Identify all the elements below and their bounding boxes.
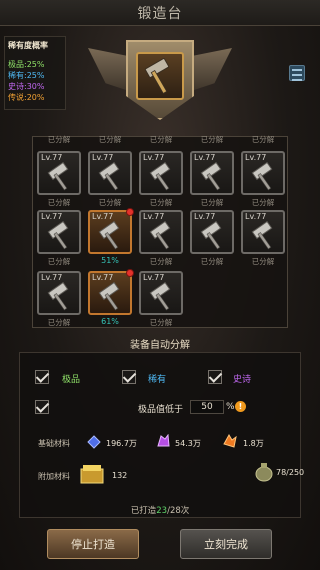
purple-crystal-icon [157, 434, 170, 447]
prev-row-label: 已分解 [251, 135, 275, 144]
equipment-slot[interactable]: Lv.77 [190, 210, 234, 254]
emblem-wing-left [88, 48, 132, 92]
shishi-checkbox[interactable] [208, 370, 222, 384]
hammer-icon [149, 281, 171, 311]
hammer-icon [98, 220, 120, 250]
auto-dismantle-title: 装备自动分解 [130, 340, 190, 351]
prev-row-label: 已分解 [200, 135, 224, 144]
gold-chest-icon [80, 465, 104, 484]
rarity-chuanshuo: 传说:20% [8, 93, 45, 102]
extra-material-value: 132 [112, 471, 128, 480]
rarity-jipin: 极品:25% [8, 60, 45, 69]
progress-prefix: 已打造 [130, 506, 157, 516]
prev-row-label: 已分解 [47, 135, 71, 144]
hammer-icon [47, 281, 69, 311]
xiyou-label: 稀有 [148, 375, 167, 385]
new-badge [126, 208, 134, 216]
status-label: 已分解 [149, 257, 173, 266]
status-label: 已分解 [251, 198, 275, 207]
prev-row-label: 已分解 [98, 135, 122, 144]
rarity-title: 稀有度概率 [8, 41, 48, 50]
status-label: 已分解 [200, 257, 224, 266]
basic-material-2-value: 54.3万 [175, 439, 201, 448]
equipment-slot[interactable]: Lv.77 [37, 151, 81, 195]
equipment-slot[interactable]: Lv.77 [241, 210, 285, 254]
equipment-slot[interactable]: Lv.77 [88, 151, 132, 195]
progress-current: 23 [156, 506, 168, 516]
equipment-slot[interactable]: Lv.77 [190, 151, 234, 195]
emblem-wing-right [188, 48, 232, 92]
warning-icon[interactable]: ! [235, 401, 246, 412]
equipment-slot[interactable]: Lv.77 [139, 210, 183, 254]
finish-now-button[interactable]: 立刻完成 [180, 529, 272, 559]
quality-threshold-label: 极品值低于 [138, 405, 184, 415]
orange-shard-icon [223, 434, 237, 448]
hammer-icon [98, 281, 120, 311]
status-label: 已分解 [47, 257, 71, 266]
rarity-shishi: 史诗:30% [8, 82, 45, 91]
progress-percent: 61% [101, 317, 119, 326]
forge-hammer-icon[interactable] [136, 52, 184, 100]
hammer-icon [200, 220, 222, 250]
hammer-icon [251, 161, 273, 191]
status-label: 已分解 [251, 257, 275, 266]
progress-percent: 51% [101, 256, 119, 265]
forge-emblem [88, 40, 232, 132]
hammer-icon [251, 220, 273, 250]
status-label: 已分解 [149, 198, 173, 207]
hammer-icon [98, 161, 120, 191]
forge-progress: 已打造23/28次 [0, 504, 320, 516]
basic-material-1-value: 196.7万 [106, 439, 137, 448]
bag-icon[interactable] [254, 460, 274, 482]
basic-material-label: 基础材料 [38, 439, 70, 448]
equipment-slot[interactable]: Lv.77 [139, 151, 183, 195]
stop-forging-button[interactable]: 停止打造 [47, 529, 139, 559]
equipment-slot[interactable]: Lv.77 [37, 271, 81, 315]
bag-capacity: 78/250 [276, 468, 305, 477]
page-title: 锻造台 [137, 6, 183, 22]
jipin-label: 极品 [62, 375, 81, 385]
equipment-slot[interactable]: Lv.77 [88, 269, 134, 315]
hammer-icon [149, 220, 171, 250]
prev-row-label: 已分解 [149, 135, 173, 144]
equipment-grid: 已分解 已分解 已分解 已分解 已分解 Lv.77 已分解 Lv.77 已分解 Lv.77 已分解 L… [32, 135, 288, 328]
xiyou-checkbox[interactable] [122, 370, 136, 384]
equipment-slot[interactable]: Lv.77 [241, 151, 285, 195]
progress-total: /28次 [167, 506, 190, 516]
blue-crystal-icon [87, 435, 101, 449]
percent-sign: % [226, 402, 235, 412]
hammer-icon [47, 220, 69, 250]
status-label: 已分解 [47, 318, 71, 327]
quality-threshold-input[interactable]: 50 [190, 400, 224, 414]
quality-checkbox[interactable] [35, 400, 49, 414]
basic-material-3-value: 1.8万 [243, 439, 264, 448]
jipin-checkbox[interactable] [35, 370, 49, 384]
hammer-icon [200, 161, 222, 191]
new-badge [126, 269, 134, 277]
status-label: 已分解 [47, 198, 71, 207]
hammer-icon [149, 161, 171, 191]
rarity-probability-panel: 稀有度概率 极品:25% 稀有:25% 史诗:30% 传说:20% [4, 36, 66, 110]
shishi-label: 史诗 [233, 375, 252, 385]
extra-material-label: 附加材料 [38, 472, 70, 481]
rarity-xiyou: 稀有:25% [8, 71, 45, 80]
equipment-slot[interactable]: Lv.77 [88, 208, 134, 254]
equipment-slot[interactable]: Lv.77 [37, 210, 81, 254]
title-bar: 锻造台 [0, 0, 320, 26]
list-icon[interactable] [289, 65, 305, 81]
status-label: 已分解 [149, 318, 173, 327]
status-label: 已分解 [98, 198, 122, 207]
hammer-icon [47, 161, 69, 191]
status-label: 已分解 [200, 198, 224, 207]
equipment-slot[interactable]: Lv.77 [139, 271, 183, 315]
